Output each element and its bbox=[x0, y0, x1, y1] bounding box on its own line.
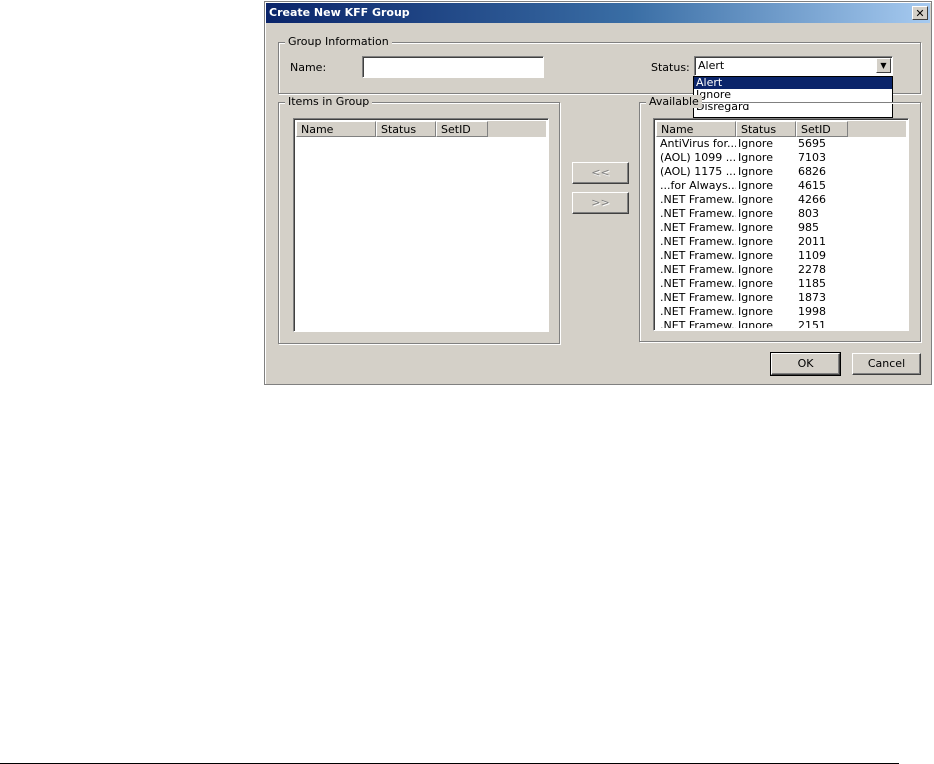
cell-setid: 2278 bbox=[798, 263, 826, 276]
cell-setid: 6826 bbox=[798, 165, 826, 178]
cell-setid: 2011 bbox=[798, 235, 826, 248]
cell-name: .NET Framew... bbox=[660, 221, 736, 234]
table-row[interactable]: .NET Framew... Ignore 1109 bbox=[656, 249, 906, 263]
list-header: Name Status SetID bbox=[656, 121, 906, 137]
cell-name: .NET Framew... bbox=[660, 263, 736, 276]
cell-status: Ignore bbox=[738, 179, 773, 192]
cell-name: .NET Framew... bbox=[660, 193, 736, 206]
cell-name: .NET Framew... bbox=[660, 291, 736, 304]
cell-status: Ignore bbox=[738, 263, 773, 276]
table-row[interactable]: ...for Always... Ignore 4615 bbox=[656, 179, 906, 193]
table-row[interactable]: (AOL) 1099 ... Ignore 7103 bbox=[656, 151, 906, 165]
cell-setid: 1873 bbox=[798, 291, 826, 304]
cell-name: (AOL) 1099 ... bbox=[660, 151, 736, 164]
cell-status: Ignore bbox=[738, 207, 773, 220]
table-row[interactable]: .NET Framew... Ignore 1873 bbox=[656, 291, 906, 305]
title-bar[interactable]: Create New KFF Group ✕ bbox=[266, 3, 930, 23]
cell-setid: 985 bbox=[798, 221, 819, 234]
table-row[interactable]: .NET Framew... Ignore 985 bbox=[656, 221, 906, 235]
cell-setid: 1998 bbox=[798, 305, 826, 318]
group-information-legend: Group Information bbox=[285, 35, 392, 48]
cell-status: Ignore bbox=[738, 137, 773, 150]
status-select[interactable]: Alert ▼ bbox=[694, 56, 893, 76]
list-header: Name Status SetID bbox=[296, 121, 546, 137]
cell-status: Ignore bbox=[738, 305, 773, 318]
items-in-group-box: Items in Group Name Status SetID bbox=[278, 95, 560, 344]
column-header-status[interactable]: Status bbox=[376, 121, 436, 137]
available-legend: Available bbox=[646, 95, 702, 108]
cell-name: .NET Framew... bbox=[660, 319, 736, 328]
available-body: AntiVirus for... Ignore 5695 (AOL) 1099 ...… bbox=[656, 137, 906, 328]
cell-setid: 4266 bbox=[798, 193, 826, 206]
cell-name: (AOL) 1175 ... bbox=[660, 165, 736, 178]
table-row[interactable]: .NET Framew... Ignore 1185 bbox=[656, 277, 906, 291]
column-header-name[interactable]: Name bbox=[656, 121, 736, 137]
cancel-button[interactable]: Cancel bbox=[852, 353, 921, 375]
cell-status: Ignore bbox=[738, 319, 773, 328]
cell-name: ...for Always... bbox=[660, 179, 736, 192]
column-header-setid[interactable]: SetID bbox=[436, 121, 488, 137]
table-row[interactable]: .NET Framew... Ignore 4266 bbox=[656, 193, 906, 207]
status-select-value: Alert bbox=[698, 59, 725, 72]
cell-status: Ignore bbox=[738, 277, 773, 290]
cell-status: Ignore bbox=[738, 165, 773, 178]
move-left-button[interactable]: << bbox=[572, 162, 629, 184]
cell-name: .NET Framew... bbox=[660, 277, 736, 290]
cell-setid: 4615 bbox=[798, 179, 826, 192]
cell-setid: 1109 bbox=[798, 249, 826, 262]
cell-setid: 803 bbox=[798, 207, 819, 220]
cell-setid: 7103 bbox=[798, 151, 826, 164]
cell-status: Ignore bbox=[738, 235, 773, 248]
table-row[interactable]: (AOL) 1175 ... Ignore 6826 bbox=[656, 165, 906, 179]
close-icon[interactable]: ✕ bbox=[912, 6, 928, 20]
column-header-name[interactable]: Name bbox=[296, 121, 376, 137]
cell-name: .NET Framew... bbox=[660, 235, 736, 248]
ok-button[interactable]: OK bbox=[770, 352, 841, 376]
chevron-down-icon[interactable]: ▼ bbox=[876, 58, 891, 73]
cell-name: .NET Framew... bbox=[660, 249, 736, 262]
cell-setid: 5695 bbox=[798, 137, 826, 150]
table-row[interactable]: .NET Framew... Ignore 2278 bbox=[656, 263, 906, 277]
cell-name: AntiVirus for... bbox=[660, 137, 736, 150]
cell-status: Ignore bbox=[738, 221, 773, 234]
cell-status: Ignore bbox=[738, 291, 773, 304]
table-row[interactable]: .NET Framew... Ignore 2011 bbox=[656, 235, 906, 249]
items-in-group-body bbox=[296, 137, 546, 329]
cell-setid: 2151 bbox=[798, 319, 826, 328]
column-header-status[interactable]: Status bbox=[736, 121, 796, 137]
column-header-setid[interactable]: SetID bbox=[796, 121, 848, 137]
cell-name: .NET Framew... bbox=[660, 207, 736, 220]
table-row[interactable]: AntiVirus for... Ignore 5695 bbox=[656, 137, 906, 151]
items-in-group-list[interactable]: Name Status SetID bbox=[293, 118, 549, 332]
name-label: Name: bbox=[290, 61, 327, 74]
table-row[interactable]: .NET Framew... Ignore 803 bbox=[656, 207, 906, 221]
table-row[interactable]: .NET Framew... Ignore 2151 bbox=[656, 319, 906, 328]
dialog-title: Create New KFF Group bbox=[269, 6, 410, 19]
cell-status: Ignore bbox=[738, 193, 773, 206]
cell-status: Ignore bbox=[738, 249, 773, 262]
create-kff-group-dialog: Create New KFF Group ✕ Group Information… bbox=[264, 1, 932, 385]
status-label: Status: bbox=[651, 61, 690, 74]
available-box: Available Name Status SetID AntiVirus fo… bbox=[639, 95, 921, 342]
name-input[interactable] bbox=[362, 56, 544, 78]
cell-status: Ignore bbox=[738, 151, 773, 164]
table-row[interactable]: .NET Framew... Ignore 1998 bbox=[656, 305, 906, 319]
move-right-button[interactable]: >> bbox=[572, 192, 629, 214]
cell-setid: 1185 bbox=[798, 277, 826, 290]
available-list[interactable]: Name Status SetID AntiVirus for... Ignore… bbox=[653, 118, 909, 331]
cell-name: .NET Framew... bbox=[660, 305, 736, 318]
items-in-group-legend: Items in Group bbox=[285, 95, 373, 108]
